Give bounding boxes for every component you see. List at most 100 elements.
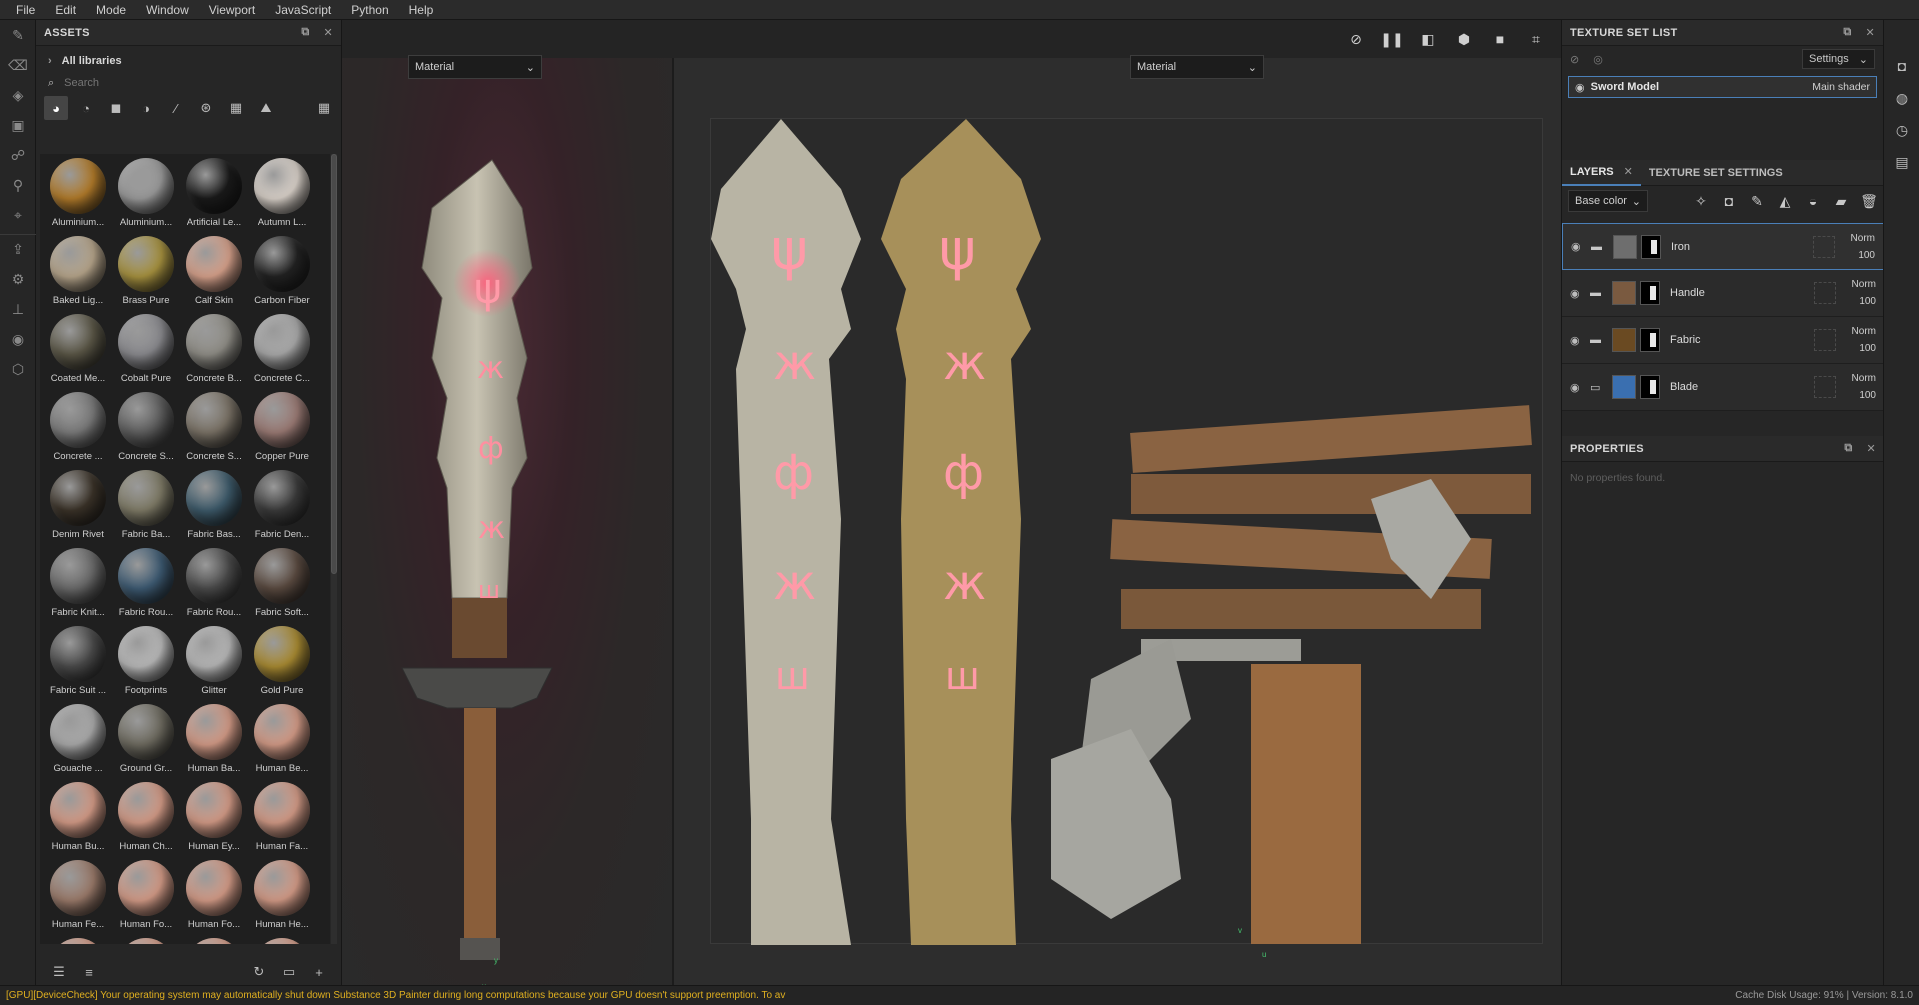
asset-item[interactable]: Gold Pure	[248, 626, 316, 704]
smudge-icon[interactable]: ☍	[0, 140, 36, 170]
layer-item-blade[interactable]: ◉ ▭ Blade Norm 100	[1562, 364, 1884, 411]
export-icon[interactable]: ⇪	[0, 234, 36, 264]
shader-name[interactable]: Main shader	[1812, 81, 1870, 93]
asset-item[interactable]: Human He...	[248, 860, 316, 938]
layer-item-fabric[interactable]: ◉ ▬ Fabric Norm 100	[1562, 317, 1884, 364]
asset-item[interactable]: Carbon Fiber	[248, 236, 316, 314]
asset-item[interactable]: Fabric Suit ...	[44, 626, 112, 704]
add-effect-icon[interactable]: ✧	[1692, 193, 1710, 210]
float-icon[interactable]: ⧉	[301, 26, 309, 39]
asset-item[interactable]: Footprints	[112, 626, 180, 704]
environments-filter-icon[interactable]: ⛰	[254, 96, 278, 120]
sort-icon[interactable]: ≡	[74, 965, 104, 980]
asset-item[interactable]: Human Ch...	[112, 782, 180, 860]
shader-settings-icon[interactable]: ◍	[1884, 82, 1919, 114]
left-view-mode-dropdown[interactable]: Material ⌄	[408, 55, 542, 79]
right-view-mode-dropdown[interactable]: Material ⌄	[1130, 55, 1264, 79]
menu-file[interactable]: File	[6, 0, 45, 20]
asset-item[interactable]: Aluminium...	[112, 158, 180, 236]
eye-icon[interactable]: ◉	[1571, 240, 1589, 253]
asset-item[interactable]: Human Fo...	[180, 860, 248, 938]
asset-item[interactable]: Fabric Ba...	[112, 470, 180, 548]
layer-effect-slot[interactable]	[1813, 282, 1836, 304]
float-icon[interactable]: ⧉	[1844, 442, 1852, 455]
folder-icon[interactable]: ▬	[1590, 334, 1612, 346]
texture-set-icon[interactable]: ⬡	[0, 354, 36, 384]
library-selector[interactable]: › All libraries	[36, 50, 341, 72]
asset-item[interactable]	[112, 938, 180, 944]
paint-brush-icon[interactable]: ✎	[0, 20, 36, 50]
asset-item[interactable]: Autumn L...	[248, 158, 316, 236]
add-folder-icon[interactable]: ▰	[1832, 193, 1850, 210]
add-fill-layer-icon[interactable]: ◭	[1776, 193, 1794, 210]
close-icon[interactable]: ✕	[1865, 26, 1875, 39]
history-icon[interactable]: ◷	[1884, 114, 1919, 146]
opacity-value[interactable]: 100	[1859, 390, 1876, 401]
screenshot-icon[interactable]: ⌗	[1523, 31, 1549, 48]
eye-icon[interactable]: ◉	[1570, 287, 1588, 300]
menu-edit[interactable]: Edit	[45, 0, 86, 20]
projection-icon[interactable]: ◈	[0, 80, 36, 110]
measure-icon[interactable]: ⊥	[0, 294, 36, 324]
eye-icon[interactable]: ◉	[1570, 381, 1588, 394]
close-icon[interactable]: ✕	[323, 26, 333, 39]
opacity-value[interactable]: 100	[1859, 343, 1876, 354]
settings-dropdown[interactable]: Settings ⌄	[1802, 49, 1875, 69]
asset-item[interactable]: Artificial Le...	[180, 158, 248, 236]
blend-mode[interactable]: Norm	[1852, 373, 1876, 384]
tab-texture-set-settings[interactable]: TEXTURE SET SETTINGS	[1641, 160, 1791, 186]
render-icon[interactable]: ◉	[0, 324, 36, 354]
asset-item[interactable]	[180, 938, 248, 944]
layer-effect-slot[interactable]	[1813, 329, 1836, 351]
layer-effect-slot[interactable]	[1813, 376, 1836, 398]
folder-open-icon[interactable]: ▭	[1590, 381, 1612, 394]
menu-window[interactable]: Window	[136, 0, 199, 20]
layer-mask-thumbnail[interactable]	[1641, 234, 1661, 259]
camera-icon[interactable]: ■	[1487, 31, 1513, 47]
gpu-warning-text[interactable]: [GPU][DeviceCheck] Your operating system…	[6, 990, 1206, 1001]
close-icon[interactable]: ✕	[1624, 165, 1633, 178]
asset-item[interactable]: Fabric Den...	[248, 470, 316, 548]
asset-item[interactable]: Concrete S...	[112, 392, 180, 470]
channel-dropdown[interactable]: Base color ⌄	[1568, 190, 1648, 212]
asset-item[interactable]: Human Bu...	[44, 782, 112, 860]
filter-list-icon[interactable]: ☰	[44, 964, 74, 980]
layer-item-iron[interactable]: ◉ ▬ Iron Norm 100	[1562, 223, 1884, 270]
float-icon[interactable]: ⧉	[1843, 26, 1851, 39]
hide-icon[interactable]: ⊘	[1570, 53, 1579, 66]
asset-item[interactable]: Human Fe...	[44, 860, 112, 938]
blend-mode[interactable]: Norm	[1852, 326, 1876, 337]
log-icon[interactable]: ▤	[1884, 146, 1919, 178]
search-input[interactable]	[64, 77, 305, 89]
layer-effect-slot[interactable]	[1812, 235, 1835, 258]
asset-item[interactable]: Human Fo...	[112, 860, 180, 938]
split-view-icon[interactable]: ◧	[1415, 31, 1441, 48]
asset-item[interactable]: Human Be...	[248, 704, 316, 782]
add-smart-material-icon[interactable]: ◒	[1804, 193, 1822, 209]
asset-item[interactable]: Fabric Rou...	[180, 548, 248, 626]
polygon-fill-icon[interactable]: ▣	[0, 110, 36, 140]
asset-item[interactable]: Brass Pure	[112, 236, 180, 314]
opacity-value[interactable]: 100	[1859, 296, 1876, 307]
layer-mask-thumbnail[interactable]	[1640, 281, 1660, 305]
asset-item[interactable]: Concrete S...	[180, 392, 248, 470]
cube-view-icon[interactable]: ⬢	[1451, 31, 1477, 48]
asset-item[interactable]: Human Fa...	[248, 782, 316, 860]
add-mask-icon[interactable]: ◘	[1720, 193, 1738, 209]
asset-item[interactable]: Gouache ...	[44, 704, 112, 782]
visibility-icon[interactable]: ◎	[1593, 53, 1603, 66]
asset-item[interactable]: Copper Pure	[248, 392, 316, 470]
asset-item[interactable]: Coated Me...	[44, 314, 112, 392]
asset-item[interactable]: Fabric Knit...	[44, 548, 112, 626]
particles-filter-icon[interactable]: ⊛	[194, 96, 218, 120]
eye-icon[interactable]: ◉	[1570, 334, 1588, 347]
asset-item[interactable]: Concrete ...	[44, 392, 112, 470]
opacity-value[interactable]: 100	[1858, 250, 1875, 261]
asset-item[interactable]: Fabric Rou...	[112, 548, 180, 626]
folder-icon[interactable]: ▭	[274, 964, 304, 980]
hide-ui-icon[interactable]: ⊘	[1343, 31, 1369, 48]
3d-view[interactable]: ψ ж ф ж ш y x	[342, 58, 672, 1005]
asset-item[interactable]: Human Ba...	[180, 704, 248, 782]
eraser-icon[interactable]: ⌫	[0, 50, 36, 80]
smart-masks-filter-icon[interactable]: ◑	[134, 96, 158, 120]
